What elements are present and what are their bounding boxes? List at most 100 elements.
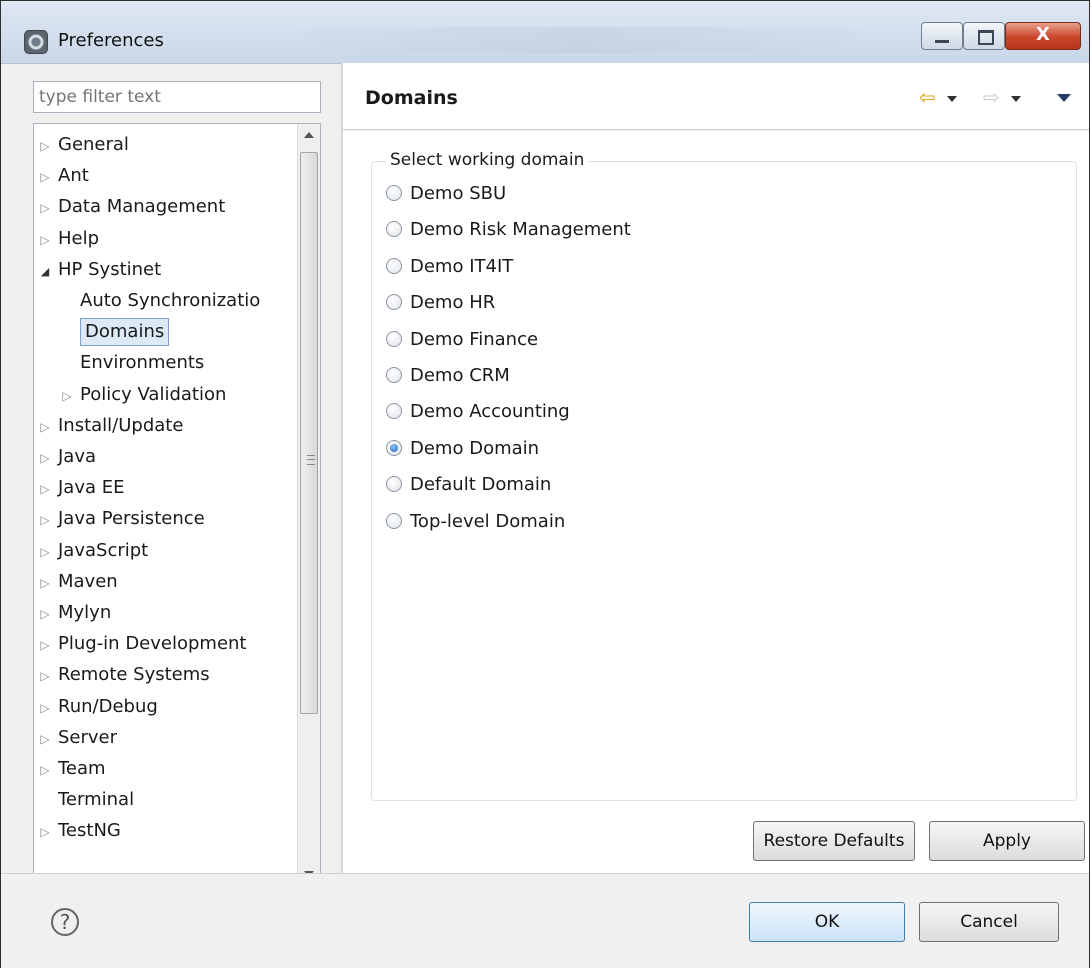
expand-icon[interactable]: ▷ <box>38 505 52 535</box>
domain-option[interactable]: Demo Risk Management <box>386 216 631 244</box>
vertical-scroll-thumb[interactable] <box>300 152 318 714</box>
tree-item[interactable]: ▷ Team <box>38 754 105 785</box>
radio-button[interactable] <box>386 294 402 311</box>
tree-item[interactable]: ▷ Data Management <box>38 192 225 222</box>
maximize-button[interactable] <box>963 22 1005 50</box>
tree-item[interactable]: ▷ TestNG <box>38 816 120 847</box>
expand-icon[interactable]: ▷ <box>38 193 52 223</box>
expand-icon[interactable]: ▷ <box>38 661 52 691</box>
back-history-dropdown-icon[interactable] <box>947 96 957 102</box>
tree-item[interactable]: ▷ Server <box>38 723 117 753</box>
tree-item[interactable]: ▷ Mylyn <box>38 598 111 628</box>
expand-icon[interactable]: ▷ <box>38 724 52 754</box>
tree-item[interactable]: ▷ JavaScript <box>38 536 148 566</box>
tree-item[interactable]: ▷ Plug-in Development <box>38 629 246 660</box>
domain-option[interactable]: Demo CRM <box>386 362 510 390</box>
domain-option[interactable]: Demo HR <box>386 289 495 317</box>
collapse-icon[interactable]: ◢ <box>38 257 52 287</box>
tree-item[interactable]: Environments <box>60 348 204 378</box>
domain-option[interactable]: Default Domain <box>386 471 551 499</box>
tree-item[interactable]: ▷ Java <box>38 442 96 472</box>
expand-icon[interactable]: ▷ <box>38 630 52 660</box>
tree-vertical-scrollbar[interactable] <box>297 124 320 885</box>
tree-item[interactable]: Terminal <box>38 785 134 815</box>
radio-button[interactable] <box>386 185 402 201</box>
tree-item[interactable]: ▷ Maven <box>38 567 117 598</box>
tree-item[interactable]: ◢ HP Systinet <box>38 255 161 285</box>
radio-button[interactable] <box>386 439 402 456</box>
title-bar[interactable]: Preferences X <box>1 1 1089 64</box>
tree-item[interactable]: ▷ Install/Update <box>38 411 183 441</box>
expand-icon[interactable]: ▷ <box>38 568 52 598</box>
domain-option[interactable]: Demo SBU <box>386 180 506 208</box>
tree-item-label: General <box>58 134 129 155</box>
radio-button[interactable] <box>386 367 402 383</box>
expand-icon[interactable]: ▷ <box>38 537 52 567</box>
forward-arrow-icon[interactable]: ⇨ <box>983 85 1000 109</box>
back-arrow-icon[interactable]: ⇦ <box>919 85 936 109</box>
domain-option-label: Default Domain <box>410 474 552 496</box>
tree-item-label: Server <box>58 726 118 748</box>
domain-option-label: Demo CRM <box>410 365 510 386</box>
group-label: Select working domain <box>386 150 589 170</box>
minimize-button[interactable] <box>921 22 963 50</box>
expand-icon[interactable]: ▷ <box>38 474 52 504</box>
restore-defaults-button[interactable]: Restore Defaults <box>753 821 915 861</box>
radio-button[interactable] <box>386 221 402 238</box>
tree-item[interactable]: ▷ Ant <box>38 161 89 192</box>
tree-item-label: Ant <box>58 165 89 187</box>
expand-icon[interactable]: ▷ <box>38 599 52 629</box>
tree-item-label: Terminal <box>58 789 135 811</box>
title-bar-background-ghost <box>271 27 891 53</box>
view-menu-icon[interactable] <box>1057 94 1071 102</box>
tree-item[interactable]: ▷ Java EE <box>38 473 125 504</box>
tree-item-label: Java EE <box>58 477 125 499</box>
expand-icon[interactable]: ▷ <box>38 817 52 847</box>
domain-option[interactable]: Demo Accounting <box>386 398 570 426</box>
tree-item[interactable]: ▷ Run/Debug <box>38 692 157 723</box>
tree-item[interactable]: ▷ Policy Validation <box>60 380 226 410</box>
tree-item-label: Install/Update <box>58 414 184 436</box>
domain-option[interactable]: Demo Finance <box>386 326 538 354</box>
expand-icon[interactable]: ▷ <box>60 381 74 411</box>
forward-history-dropdown-icon[interactable] <box>1011 96 1021 102</box>
expand-icon[interactable]: ▷ <box>38 225 52 255</box>
radio-button[interactable] <box>386 512 402 529</box>
close-icon: X <box>1036 24 1050 45</box>
domain-option[interactable]: Top-level Domain <box>386 508 565 536</box>
expand-icon[interactable]: ▷ <box>38 693 52 723</box>
working-domain-group: Select working domain Demo SBU Demo Risk … <box>371 150 1077 801</box>
tree-item[interactable]: ▷ General <box>38 130 129 160</box>
close-button[interactable]: X <box>1005 22 1081 50</box>
radio-button[interactable] <box>386 257 402 274</box>
preferences-tree: ▷ General ▷ Ant ▷ Data Management ▷ Help ◢ HP Sys… <box>33 123 321 908</box>
tree-item[interactable]: ▷ Java Persistence <box>38 504 204 535</box>
domain-option[interactable]: Demo Domain <box>386 435 539 463</box>
tree-item[interactable]: ▷ Remote Systems <box>38 660 209 691</box>
tree-item[interactable]: Domains <box>60 317 170 347</box>
tree-item-label: JavaScript <box>58 539 149 561</box>
help-icon[interactable]: ? <box>51 908 79 936</box>
tree-item-label: HP Systinet <box>58 258 162 280</box>
domain-option[interactable]: Demo IT4IT <box>386 253 513 281</box>
domain-option-label: Demo HR <box>410 292 496 314</box>
radio-button[interactable] <box>386 403 402 420</box>
radio-button[interactable] <box>386 330 402 347</box>
tree-item[interactable]: Auto Synchronizatio <box>60 286 260 316</box>
scroll-up-arrow-icon[interactable] <box>304 132 314 138</box>
tree-item-label: Policy Validation <box>80 383 227 405</box>
expand-icon[interactable]: ▷ <box>38 755 52 785</box>
expand-icon[interactable]: ▷ <box>38 412 52 442</box>
tree-item[interactable]: ▷ Help <box>38 224 99 254</box>
cancel-button[interactable]: Cancel <box>919 902 1059 942</box>
filter-input[interactable] <box>33 81 321 113</box>
tree-item-label: Help <box>58 227 100 249</box>
radio-button[interactable] <box>386 476 402 493</box>
apply-button[interactable]: Apply <box>929 821 1085 861</box>
expand-icon[interactable]: ▷ <box>38 443 52 473</box>
expand-icon[interactable]: ▷ <box>38 162 52 192</box>
expand-icon[interactable]: ▷ <box>38 131 52 161</box>
ok-button[interactable]: OK <box>749 902 905 942</box>
navigation-pane: ▷ General ▷ Ant ▷ Data Management ▷ Help ◢ HP Sys… <box>19 63 341 908</box>
tree-item-label: Data Management <box>58 196 226 218</box>
